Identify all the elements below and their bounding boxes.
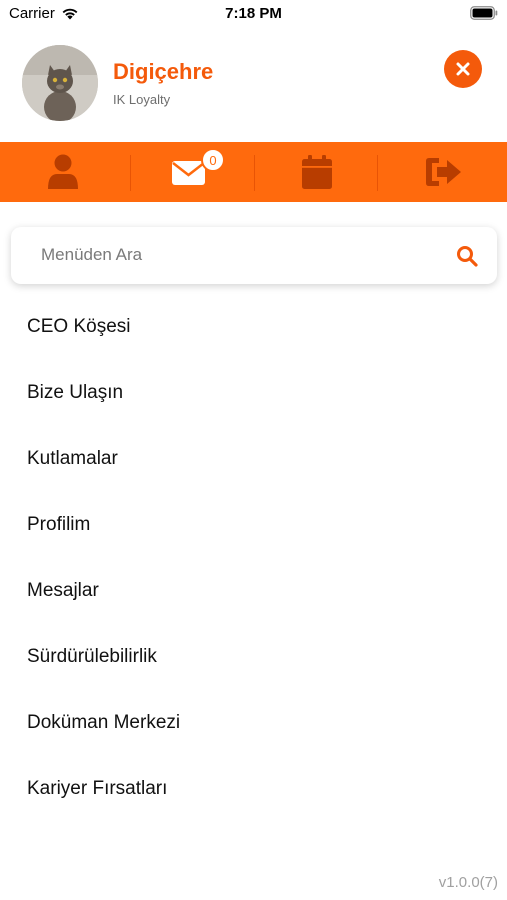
search-icon[interactable] bbox=[456, 245, 478, 267]
app-version: v1.0.0(7) bbox=[438, 874, 498, 891]
calendar-shortcut-button[interactable] bbox=[254, 142, 381, 202]
toolbar-divider bbox=[130, 155, 131, 191]
side-menu-list: CEO Köşesi Bize Ulaşın Kutlamalar Profil… bbox=[0, 294, 507, 822]
toolbar-divider bbox=[377, 155, 378, 191]
profile-header: Digiçehre IK Loyalty bbox=[0, 44, 507, 140]
menu-item-contact-us[interactable]: Bize Ulaşın bbox=[0, 360, 507, 426]
status-bar: Carrier 7:18 PM bbox=[0, 0, 507, 30]
calendar-icon bbox=[301, 155, 332, 189]
profile-shortcut-button[interactable] bbox=[0, 142, 127, 202]
unread-messages-badge: 0 bbox=[201, 148, 225, 172]
menu-item-career-opportunities[interactable]: Kariyer Fırsatları bbox=[0, 756, 507, 822]
menu-item-ceo-corner[interactable]: CEO Köşesi bbox=[0, 294, 507, 360]
status-time: 7:18 PM bbox=[225, 5, 282, 22]
menu-item-my-profile[interactable]: Profilim bbox=[0, 492, 507, 558]
search-input[interactable] bbox=[41, 240, 441, 270]
avatar[interactable] bbox=[22, 45, 98, 121]
logout-icon bbox=[425, 158, 461, 186]
toolbar-divider bbox=[254, 155, 255, 191]
avatar-image bbox=[22, 45, 98, 121]
quick-action-bar bbox=[0, 142, 507, 202]
battery-icon bbox=[470, 6, 498, 20]
search-bar bbox=[11, 227, 497, 284]
menu-item-celebrations[interactable]: Kutlamalar bbox=[0, 426, 507, 492]
close-button[interactable] bbox=[444, 50, 482, 88]
user-icon bbox=[48, 154, 79, 189]
user-subtitle: IK Loyalty bbox=[113, 92, 171, 107]
logout-button[interactable] bbox=[380, 142, 507, 202]
menu-item-sustainability[interactable]: Sürdürülebilirlik bbox=[0, 624, 507, 690]
menu-item-document-center[interactable]: Doküman Merkezi bbox=[0, 690, 507, 756]
messages-shortcut-button[interactable] bbox=[127, 142, 254, 202]
close-icon bbox=[456, 62, 470, 76]
menu-item-messages[interactable]: Mesajlar bbox=[0, 558, 507, 624]
user-name: Digiçehre bbox=[113, 59, 214, 84]
